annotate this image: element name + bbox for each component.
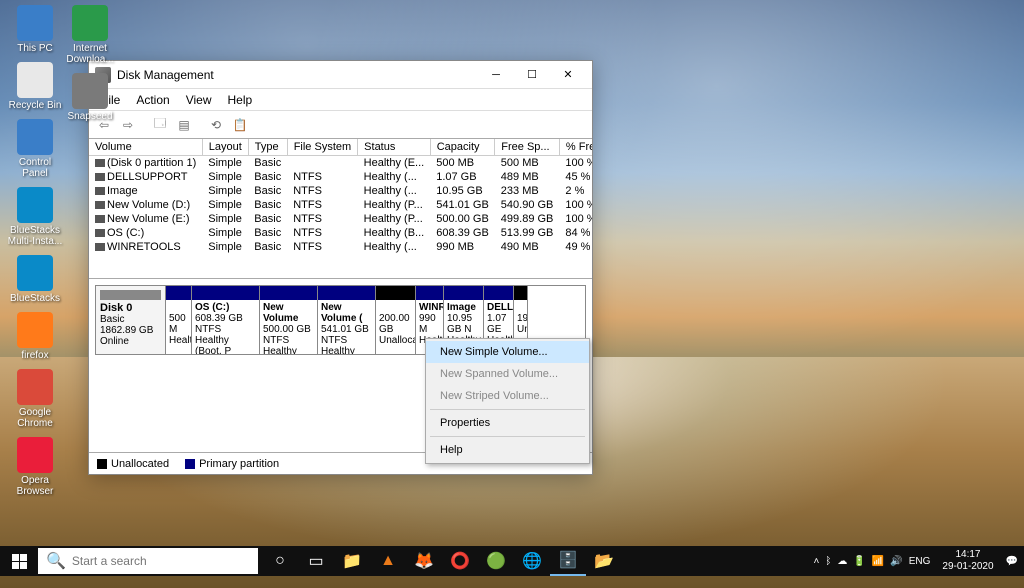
table-row[interactable]: New Volume (E:)SimpleBasicNTFSHealthy (P… (89, 212, 592, 226)
disk-state: Online (100, 336, 129, 347)
taskbar-opera-icon[interactable]: ⭕ (442, 546, 478, 576)
minimize-button[interactable]: ─ (478, 64, 514, 86)
tray-notifications-icon[interactable]: 💬 (1006, 556, 1018, 567)
taskbar-diskmgmt-icon[interactable]: 🗄️ (550, 546, 586, 576)
tray-battery-icon[interactable]: 🔋 (853, 556, 865, 567)
search-input[interactable] (72, 554, 250, 568)
tray-bluetooth-icon[interactable]: ᛒ (825, 556, 831, 567)
menubar: FileActionViewHelp (89, 89, 592, 111)
legend-primary: Primary partition (199, 458, 279, 470)
taskbar-explorer-icon[interactable]: 📁 (334, 546, 370, 576)
tray-wifi-icon[interactable]: 📶 (872, 556, 884, 567)
menu-help[interactable]: Help (426, 439, 589, 461)
desktop-icon[interactable]: Recycle Bin (5, 62, 65, 111)
tray-volume-icon[interactable]: 🔊 (890, 556, 902, 567)
menu-properties[interactable]: Properties (426, 412, 589, 434)
task-view-icon[interactable]: ▭ (298, 546, 334, 576)
systray: ˄ ᛒ ☁ 🔋 📶 🔊 ENG 14:17 29-01-2020 💬 (808, 547, 1024, 575)
column-header[interactable]: Capacity (430, 139, 495, 156)
legend-unallocated: Unallocated (111, 458, 169, 470)
partition[interactable]: OS (C:)608.39 GB NTFSHealthy (Boot, P (192, 286, 260, 354)
column-header[interactable]: Free Sp... (495, 139, 560, 156)
menu-new-spanned-volume[interactable]: New Spanned Volume... (426, 363, 589, 385)
titlebar[interactable]: Disk Management ─ ☐ ✕ (89, 61, 592, 89)
menu-view[interactable]: View (178, 91, 220, 109)
desktop-icon[interactable]: BlueStacks (5, 255, 65, 304)
start-button[interactable] (0, 546, 38, 576)
volume-list[interactable]: VolumeLayoutTypeFile SystemStatusCapacit… (89, 139, 592, 279)
column-header[interactable]: Volume (89, 139, 202, 156)
maximize-button[interactable]: ☐ (514, 64, 550, 86)
desktop-icon[interactable]: BlueStacks Multi-Insta... (5, 187, 65, 247)
partition[interactable]: New Volume500.00 GB NTFSHealthy (Primar (260, 286, 318, 354)
taskbar-explorer2-icon[interactable]: 📂 (586, 546, 622, 576)
desktop-icon[interactable]: Snapseed (60, 73, 120, 122)
toolbar-icon-2[interactable]: ▤ (173, 114, 195, 136)
column-header[interactable]: Status (358, 139, 431, 156)
tray-clock[interactable]: 14:17 29-01-2020 (936, 547, 999, 575)
toolbar: ⇦ ⇨ 🗔 ▤ ⟲ 📋 (89, 111, 592, 139)
desktop-icon[interactable]: This PC (5, 5, 65, 54)
window-title: Disk Management (117, 68, 478, 82)
desktop: This PC Recycle Bin Control Panel BlueStack… (0, 0, 1024, 576)
context-menu: New Simple Volume... New Spanned Volume.… (425, 338, 590, 464)
table-row[interactable]: DELLSUPPORTSimpleBasicNTFSHealthy (...1.… (89, 170, 592, 184)
taskbar-tor-icon[interactable]: 🟢 (478, 546, 514, 576)
refresh-icon[interactable]: ⟲ (205, 114, 227, 136)
desktop-icons: This PC Recycle Bin Control Panel BlueStack… (5, 5, 65, 497)
disk-name: Disk 0 (100, 302, 132, 314)
desktop-icon[interactable]: Internet Downloa... (60, 5, 120, 65)
tray-lang[interactable]: ENG (909, 556, 931, 567)
menu-new-simple-volume[interactable]: New Simple Volume... (426, 341, 589, 363)
forward-button[interactable]: ⇨ (117, 114, 139, 136)
table-row[interactable]: New Volume (D:)SimpleBasicNTFSHealthy (P… (89, 198, 592, 212)
partition[interactable]: 200.00 GBUnallocated (376, 286, 416, 354)
toolbar-icon[interactable]: 🗔 (149, 114, 171, 136)
menu-action[interactable]: Action (128, 91, 177, 109)
desktop-icon[interactable]: Google Chrome (5, 369, 65, 429)
taskbar-vlc-icon[interactable]: ▲ (370, 546, 406, 576)
partition[interactable]: New Volume (541.01 GB NTFSHealthy (Prima… (318, 286, 376, 354)
column-header[interactable]: % Free (559, 139, 592, 156)
menu-new-striped-volume[interactable]: New Striped Volume... (426, 385, 589, 407)
cortana-icon[interactable]: ○ (262, 546, 298, 576)
desktop-icon[interactable]: firefox (5, 312, 65, 361)
search-icon: 🔍 (46, 551, 66, 571)
table-row[interactable]: WINRETOOLSSimpleBasicNTFSHealthy (...990… (89, 240, 592, 254)
taskbar-chrome-icon[interactable]: 🌐 (514, 546, 550, 576)
taskbar: 🔍 ○ ▭ 📁 ▲ 🦊 ⭕ 🟢 🌐 🗄️ 📂 ˄ ᛒ ☁ 🔋 📶 🔊 ENG 1… (0, 546, 1024, 576)
toolbar-icon-3[interactable]: 📋 (229, 114, 251, 136)
disk-type: Basic (100, 314, 124, 325)
close-button[interactable]: ✕ (550, 64, 586, 86)
taskbar-firefox-icon[interactable]: 🦊 (406, 546, 442, 576)
search-bar[interactable]: 🔍 (38, 548, 258, 574)
desktop-icon[interactable]: Control Panel (5, 119, 65, 179)
table-row[interactable]: OS (C:)SimpleBasicNTFSHealthy (B...608.3… (89, 226, 592, 240)
table-row[interactable]: (Disk 0 partition 1)SimpleBasicHealthy (… (89, 156, 592, 171)
disk-label[interactable]: Disk 0 Basic 1862.89 GB Online (96, 286, 166, 354)
task-icons: ○ ▭ 📁 ▲ 🦊 ⭕ 🟢 🌐 🗄️ 📂 (262, 546, 808, 576)
column-header[interactable]: File System (287, 139, 357, 156)
column-header[interactable]: Layout (202, 139, 248, 156)
tray-chevron-icon[interactable]: ˄ (814, 556, 820, 567)
menu-help[interactable]: Help (220, 91, 261, 109)
partition[interactable]: 500 MHealtl (166, 286, 192, 354)
table-row[interactable]: ImageSimpleBasicNTFSHealthy (...10.95 GB… (89, 184, 592, 198)
tray-onedrive-icon[interactable]: ☁ (837, 556, 847, 567)
tray-time: 14:17 (942, 549, 993, 561)
tray-date: 29-01-2020 (942, 561, 993, 573)
column-header[interactable]: Type (248, 139, 287, 156)
desktop-icon[interactable]: Opera Browser (5, 437, 65, 497)
disk-size: 1862.89 GB (100, 325, 153, 336)
